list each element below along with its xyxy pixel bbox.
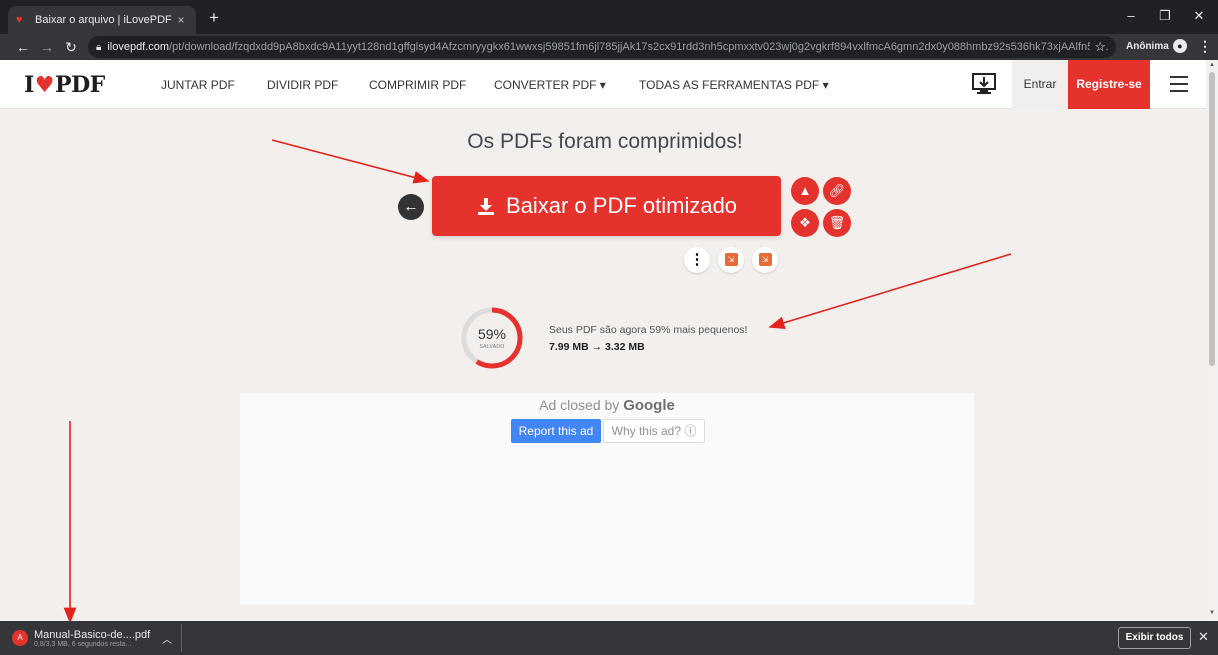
login-button[interactable]: Entrar bbox=[1012, 60, 1068, 109]
new-tab-button[interactable]: + bbox=[204, 8, 224, 28]
desktop-download-icon[interactable] bbox=[970, 72, 998, 96]
incognito-label: Anônima bbox=[1126, 40, 1169, 52]
url-host: ilovepdf.com bbox=[107, 41, 170, 53]
report-ad-button[interactable]: Report this ad bbox=[511, 419, 601, 443]
nav-convert-pdf[interactable]: CONVERTER PDF ▾ bbox=[494, 78, 606, 92]
download-file-name: Manual-Basico-de....pdf bbox=[34, 628, 151, 641]
size-arrow-icon: → bbox=[591, 341, 603, 353]
nav-split-pdf[interactable]: DIVIDIR PDF bbox=[267, 78, 338, 92]
savings-label: SALVADO bbox=[479, 344, 505, 350]
tab-title: Baixar o arquivo | iLovePDF bbox=[35, 14, 172, 26]
chevron-up-icon[interactable]: ︿ bbox=[162, 631, 172, 646]
close-download-bar-icon[interactable]: ✕ bbox=[1198, 629, 1209, 645]
download-item-text: Manual-Basico-de....pdf 0,8/3,3 MB, 6 se… bbox=[34, 629, 150, 648]
download-label: Baixar o PDF otimizado bbox=[505, 193, 738, 218]
close-window-button[interactable]: ✕ bbox=[1184, 8, 1214, 24]
minimize-window-button[interactable]: – bbox=[1116, 8, 1146, 23]
ilovepdf-favicon-icon: ♥ bbox=[16, 14, 23, 26]
show-all-downloads-button[interactable]: Exibir todos bbox=[1118, 627, 1191, 649]
browser-toolbar: ← → ↻ 🔒︎ ilovepdf.com /pt/download/fzqdx… bbox=[0, 34, 1218, 60]
arrow-left-icon: ← bbox=[403, 198, 419, 215]
page-title: Os PDFs foram comprimidos! bbox=[467, 130, 743, 153]
ad-container: Ad closed by Google Report this ad Why t… bbox=[240, 393, 974, 605]
tab-close-icon[interactable]: × bbox=[174, 13, 188, 27]
ad-closed-message: Ad closed by Google bbox=[240, 397, 974, 414]
address-bar[interactable]: 🔒︎ ilovepdf.com /pt/download/fzqdxdd9pA8… bbox=[88, 36, 1116, 58]
browser-menu-icon[interactable]: ⋮ bbox=[1198, 38, 1212, 55]
logo-text-left: I bbox=[24, 72, 34, 98]
arrow-to-savings-message bbox=[768, 253, 1012, 329]
scrollbar-thumb[interactable] bbox=[1209, 72, 1215, 366]
size-after: 3.32 MB bbox=[605, 341, 645, 353]
hamburger-menu-icon[interactable] bbox=[1170, 76, 1188, 92]
download-bar: A Manual-Basico-de....pdf 0,8/3,3 MB, 6 … bbox=[0, 621, 1218, 655]
bookmark-star-icon[interactable]: ☆ bbox=[1090, 39, 1106, 55]
savings-percent: 59% bbox=[477, 326, 507, 342]
heart-icon: ♥ bbox=[34, 72, 55, 98]
url-path: /pt/download/fzqdxdd9pA8bxdc9A11yyt128nd… bbox=[169, 41, 1109, 53]
signup-button[interactable]: Registre-se bbox=[1068, 60, 1150, 109]
ad-closed-text: Ad closed by bbox=[539, 397, 620, 413]
more-options-icon[interactable]: ⋮ bbox=[684, 247, 710, 273]
back-arrow-icon[interactable]: ← bbox=[14, 38, 32, 56]
reload-icon[interactable]: ↻ bbox=[62, 38, 80, 56]
scroll-up-icon[interactable]: ▲ bbox=[1209, 62, 1215, 68]
ad-closed-brand: Google bbox=[623, 397, 675, 414]
forward-arrow-icon[interactable]: → bbox=[38, 38, 56, 56]
logo-text-right: PDF bbox=[55, 72, 105, 98]
download-status: 0,8/3,3 MB, 6 segundos resta... bbox=[34, 640, 132, 648]
scroll-down-icon[interactable]: ▼ bbox=[1209, 610, 1215, 616]
download-item[interactable]: A Manual-Basico-de....pdf 0,8/3,3 MB, 6 … bbox=[6, 624, 182, 652]
site-header: I ♥ PDF JUNTAR PDF DIVIDIR PDF COMPRIMIR… bbox=[0, 60, 1206, 109]
lock-icon: 🔒︎ bbox=[96, 41, 102, 53]
page-scrollbar[interactable]: ▲ ▼ bbox=[1206, 60, 1218, 621]
compress-tool-icon[interactable]: ⇲ bbox=[752, 247, 778, 273]
trash-icon[interactable]: 🗑︎ bbox=[823, 209, 851, 237]
download-optimized-pdf-button[interactable]: Baixar o PDF otimizado bbox=[432, 176, 781, 236]
restore-window-button[interactable]: ❐ bbox=[1150, 8, 1180, 24]
browser-tab-strip: ♥ Baixar o arquivo | iLovePDF × + – ❐ ✕ bbox=[0, 0, 1218, 34]
link-icon[interactable]: 🔗︎ bbox=[823, 177, 851, 205]
savings-message: Seus PDF são agora 59% mais pequenos! bbox=[549, 324, 748, 336]
nav-all-tools[interactable]: TODAS AS FERRAMENTAS PDF ▾ bbox=[639, 78, 829, 92]
incognito-icon: ● bbox=[1172, 39, 1187, 53]
size-change: 7.99 MB → 3.32 MB bbox=[549, 341, 645, 353]
browser-tab[interactable]: ♥ Baixar o arquivo | iLovePDF × bbox=[8, 6, 196, 34]
size-before: 7.99 MB bbox=[549, 341, 589, 353]
google-drive-icon[interactable]: ▲ bbox=[791, 177, 819, 205]
incognito-profile[interactable]: Anônima ● bbox=[1126, 39, 1187, 53]
savings-ring: 59% SALVADO bbox=[460, 306, 524, 370]
nav-compress-pdf[interactable]: COMPRIMIR PDF bbox=[369, 78, 466, 92]
compress-again-icon[interactable]: ⇲ bbox=[718, 247, 744, 273]
nav-merge-pdf[interactable]: JUNTAR PDF bbox=[161, 78, 235, 92]
back-button[interactable]: ← bbox=[398, 194, 424, 220]
why-this-ad-button[interactable]: Why this ad? ⓘ bbox=[603, 419, 705, 443]
ilovepdf-logo[interactable]: I ♥ PDF bbox=[24, 72, 105, 98]
dropbox-icon[interactable]: ❖ bbox=[791, 209, 819, 237]
pdf-file-icon: A bbox=[12, 630, 28, 646]
download-icon bbox=[477, 198, 494, 215]
